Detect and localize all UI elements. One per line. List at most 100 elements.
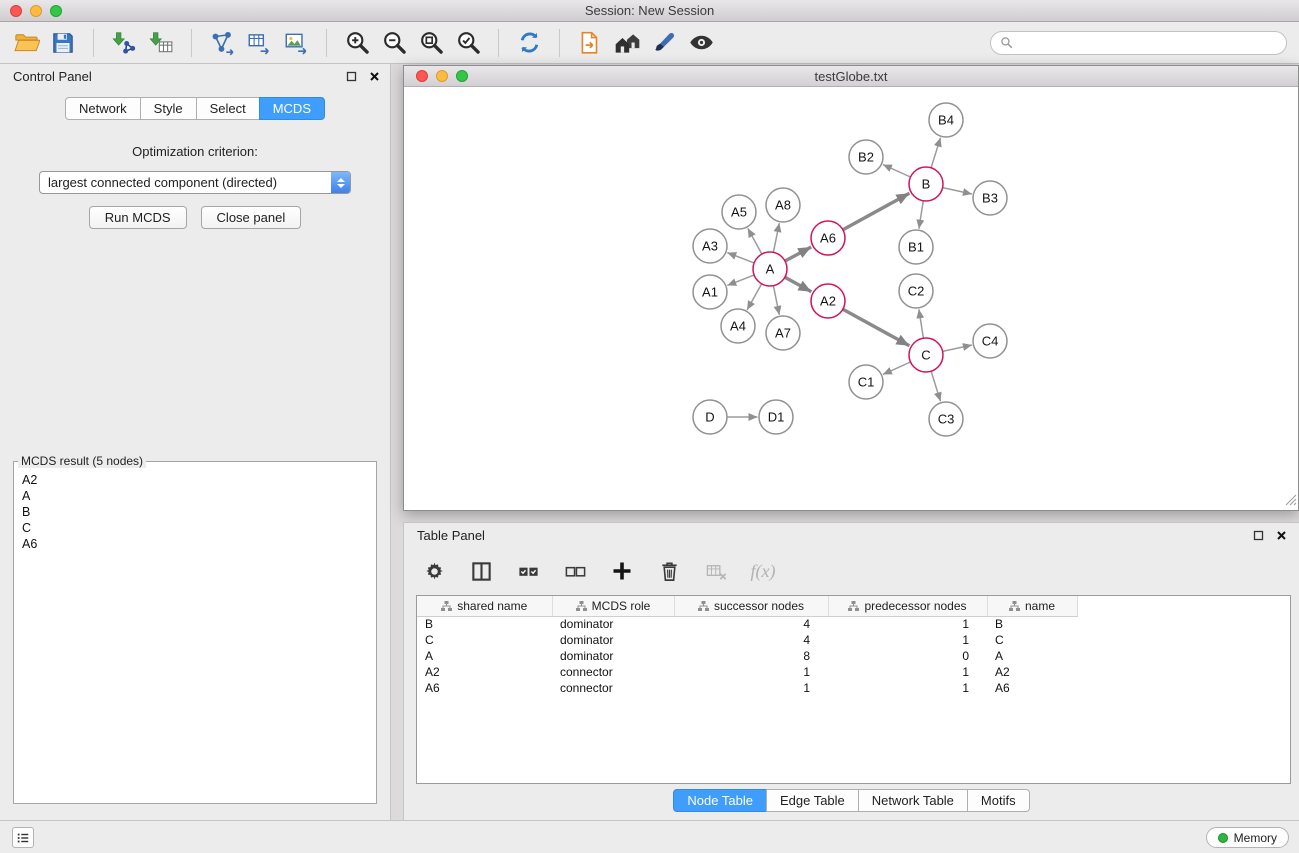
home-views-button[interactable] bbox=[611, 27, 643, 59]
close-panel-icon[interactable] bbox=[1276, 530, 1287, 541]
minimize-view-button[interactable] bbox=[436, 70, 448, 82]
node-C4[interactable]: C4 bbox=[973, 324, 1007, 358]
deselect-all-button[interactable] bbox=[561, 557, 589, 585]
node-B4[interactable]: B4 bbox=[929, 103, 963, 137]
column-header-name[interactable]: name bbox=[987, 596, 1077, 616]
node-D[interactable]: D bbox=[693, 400, 727, 434]
close-window-button[interactable] bbox=[10, 5, 22, 17]
node-C3[interactable]: C3 bbox=[929, 402, 963, 436]
node-D1[interactable]: D1 bbox=[759, 400, 793, 434]
select-all-button[interactable] bbox=[514, 557, 542, 585]
export-table-button[interactable] bbox=[243, 27, 275, 59]
edge-A-A8[interactable] bbox=[773, 223, 779, 252]
save-session-button[interactable] bbox=[47, 27, 79, 59]
column-header-shared-name[interactable]: shared name bbox=[417, 596, 552, 616]
zoom-view-button[interactable] bbox=[456, 70, 468, 82]
criterion-dropdown[interactable]: largest connected component (directed) bbox=[39, 171, 351, 194]
node-A[interactable]: A bbox=[753, 252, 787, 286]
edge-A-A2[interactable] bbox=[785, 277, 812, 292]
zoom-out-button[interactable] bbox=[378, 27, 410, 59]
node-A4[interactable]: A4 bbox=[721, 309, 755, 343]
memory-button[interactable]: Memory bbox=[1206, 827, 1289, 848]
apply-layout-button[interactable] bbox=[513, 27, 545, 59]
edge-A6-B[interactable] bbox=[843, 193, 910, 230]
node-A2[interactable]: A2 bbox=[811, 284, 845, 318]
edge-C-C4[interactable] bbox=[943, 345, 972, 351]
tab-node-table[interactable]: Node Table bbox=[673, 789, 767, 812]
import-network-button[interactable] bbox=[108, 27, 140, 59]
node-A7[interactable]: A7 bbox=[766, 316, 800, 350]
import-table-button[interactable] bbox=[145, 27, 177, 59]
edge-C-C2[interactable] bbox=[919, 309, 924, 338]
node-B1[interactable]: B1 bbox=[899, 230, 933, 264]
edge-A-A3[interactable] bbox=[727, 253, 754, 263]
settings-gear-button[interactable] bbox=[420, 557, 448, 585]
edge-A-A6[interactable] bbox=[785, 247, 811, 261]
zoom-selected-button[interactable] bbox=[452, 27, 484, 59]
node-B[interactable]: B bbox=[909, 167, 943, 201]
network-canvas[interactable]: B4B2BB3A5A8A6A3B1AA1C2A2A4A7CC4C1C3DD1 bbox=[404, 87, 1298, 510]
node-A1[interactable]: A1 bbox=[693, 275, 727, 309]
table-row[interactable]: Adominator80A bbox=[417, 648, 1077, 664]
edge-A-A5[interactable] bbox=[748, 228, 762, 254]
edge-B-B2[interactable] bbox=[883, 165, 911, 177]
close-view-button[interactable] bbox=[416, 70, 428, 82]
network-graph[interactable]: B4B2BB3A5A8A6A3B1AA1C2A2A4A7CC4C1C3DD1 bbox=[404, 87, 1298, 510]
search-input[interactable] bbox=[1018, 35, 1277, 50]
zoom-fit-button[interactable] bbox=[415, 27, 447, 59]
tab-style[interactable]: Style bbox=[140, 97, 197, 120]
node-A6[interactable]: A6 bbox=[811, 221, 845, 255]
search-box[interactable] bbox=[990, 31, 1287, 55]
import-document-button[interactable] bbox=[574, 27, 606, 59]
float-panel-icon[interactable] bbox=[1253, 530, 1264, 541]
minimize-window-button[interactable] bbox=[30, 5, 42, 17]
run-mcds-button[interactable]: Run MCDS bbox=[89, 206, 187, 229]
table-row[interactable]: Bdominator41B bbox=[417, 616, 1077, 632]
open-folder-button[interactable] bbox=[10, 27, 42, 59]
column-header-MCDS-role[interactable]: MCDS role bbox=[552, 596, 674, 616]
tab-mcds[interactable]: MCDS bbox=[259, 97, 325, 120]
tab-select[interactable]: Select bbox=[196, 97, 260, 120]
edge-C-C1[interactable] bbox=[883, 362, 911, 374]
close-panel-icon[interactable] bbox=[369, 71, 380, 82]
network-window-titlebar[interactable]: testGlobe.txt bbox=[404, 66, 1298, 87]
mcds-result-item[interactable]: B bbox=[22, 504, 368, 520]
birdseye-view-button[interactable] bbox=[648, 27, 680, 59]
mcds-result-list[interactable]: A2ABCA6 bbox=[16, 470, 374, 801]
node-C2[interactable]: C2 bbox=[899, 274, 933, 308]
node-table-container[interactable]: shared nameMCDS rolesuccessor nodesprede… bbox=[416, 595, 1291, 784]
mcds-result-item[interactable]: C bbox=[22, 520, 368, 536]
column-header-predecessor-nodes[interactable]: predecessor nodes bbox=[828, 596, 987, 616]
add-row-button[interactable] bbox=[608, 557, 636, 585]
tab-motifs[interactable]: Motifs bbox=[967, 789, 1030, 812]
zoom-in-button[interactable] bbox=[341, 27, 373, 59]
tab-network[interactable]: Network bbox=[65, 97, 141, 120]
mcds-result-item[interactable]: A2 bbox=[22, 472, 368, 488]
float-panel-icon[interactable] bbox=[346, 71, 357, 82]
node-A5[interactable]: A5 bbox=[722, 195, 756, 229]
node-A8[interactable]: A8 bbox=[766, 188, 800, 222]
edge-A-A1[interactable] bbox=[727, 275, 754, 285]
edge-B-B3[interactable] bbox=[943, 188, 972, 194]
show-details-button[interactable] bbox=[685, 27, 717, 59]
mcds-result-item[interactable]: A bbox=[22, 488, 368, 504]
mcds-result-item[interactable]: A6 bbox=[22, 536, 368, 552]
edge-B-B4[interactable] bbox=[931, 138, 940, 168]
delete-row-button[interactable] bbox=[655, 557, 683, 585]
tab-network-table[interactable]: Network Table bbox=[858, 789, 968, 812]
choose-columns-button[interactable] bbox=[467, 557, 495, 585]
node-B3[interactable]: B3 bbox=[973, 181, 1007, 215]
panel-list-button[interactable] bbox=[12, 827, 34, 848]
resize-grip-icon[interactable] bbox=[1285, 494, 1297, 509]
edge-A-A7[interactable] bbox=[773, 286, 779, 315]
close-panel-button[interactable]: Close panel bbox=[201, 206, 302, 229]
edge-B-B1[interactable] bbox=[919, 201, 923, 229]
edge-A2-C[interactable] bbox=[843, 309, 910, 346]
node-C1[interactable]: C1 bbox=[849, 365, 883, 399]
table-row[interactable]: A2connector11A2 bbox=[417, 664, 1077, 680]
edge-A-A4[interactable] bbox=[747, 284, 762, 310]
table-row[interactable]: A6connector11A6 bbox=[417, 680, 1077, 696]
tab-edge-table[interactable]: Edge Table bbox=[766, 789, 859, 812]
zoom-window-button[interactable] bbox=[50, 5, 62, 17]
table-row[interactable]: Cdominator41C bbox=[417, 632, 1077, 648]
